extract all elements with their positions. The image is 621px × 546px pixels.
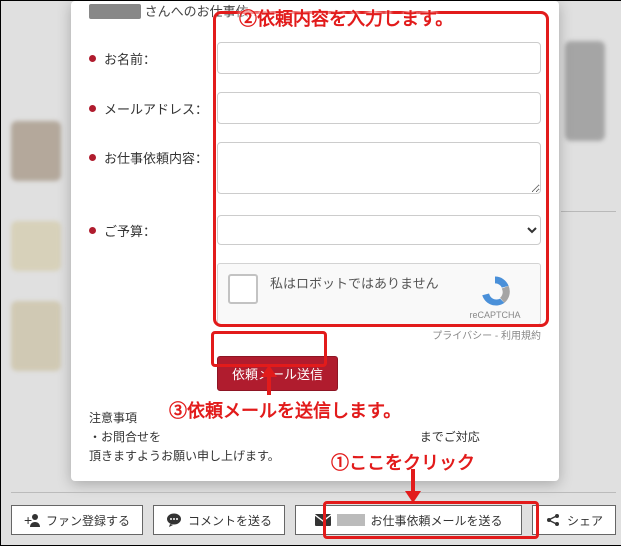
request-textarea[interactable] [217,142,541,194]
required-bullet-icon [89,55,96,62]
fan-register-label: ファン登録する [46,512,130,529]
recaptcha-privacy-link[interactable]: プライバシー [432,331,492,342]
recaptcha-links: プライバシー - 利用規約 [217,327,541,342]
label-request: お仕事依頼内容： [89,142,217,167]
email-input[interactable] [217,92,541,124]
modal-title: ―――― さんへのお仕事依… [89,1,541,24]
share-button[interactable]: シェア [532,505,616,535]
send-comment-label: コメントを送る [188,512,272,529]
required-bullet-icon [89,105,96,112]
send-job-request-mail-label: お仕事依頼メールを送る [371,512,503,529]
redacted-name [337,514,365,526]
required-bullet-icon [89,154,96,161]
comment-icon [166,512,182,528]
notice-block: 注意事項 ・お問合せを ＿＿＿＿＿＿＿＿＿＿＿＿＿＿＿＿＿＿＿＿＿ までご対応 … [89,409,541,467]
submit-request-button[interactable]: 依頼メール送信 [217,356,338,391]
notice-body: ・お問合せを ＿＿＿＿＿＿＿＿＿＿＿＿＿＿＿＿＿＿＿＿＿ までご対応 頂きますよ… [89,428,541,466]
budget-select[interactable] [217,215,541,245]
recaptcha-label: 私はロボットではありません [270,274,460,293]
recaptcha-widget: 私はロボットではありません reCAPTCHA [217,263,541,325]
required-bullet-icon [89,227,96,234]
recaptcha-logo-icon [478,274,512,308]
recaptcha-checkbox[interactable] [228,274,258,304]
fan-register-button[interactable]: + ファン登録する [11,505,143,535]
recaptcha-terms-link[interactable]: 利用規約 [501,331,541,342]
label-email: メールアドレス： [89,99,217,118]
action-bar: + ファン登録する コメントを送る お仕事依頼メールを送る シェア [11,505,616,535]
label-name: お名前： [89,49,217,68]
label-budget: ご予算： [89,221,217,240]
mail-icon [315,512,331,528]
divider [11,492,616,493]
job-request-modal: ―――― さんへのお仕事依… お名前： メールアドレス： お仕事依頼内容： [71,1,559,481]
notice-heading: 注意事項 [89,409,541,428]
recaptcha-brand: reCAPTCHA [460,310,530,320]
share-label: シェア [567,512,603,529]
name-input[interactable] [217,42,541,74]
add-user-icon: + [24,512,40,528]
send-comment-button[interactable]: コメントを送る [153,505,285,535]
share-icon [545,512,561,528]
send-job-request-mail-button[interactable]: お仕事依頼メールを送る [295,505,522,535]
